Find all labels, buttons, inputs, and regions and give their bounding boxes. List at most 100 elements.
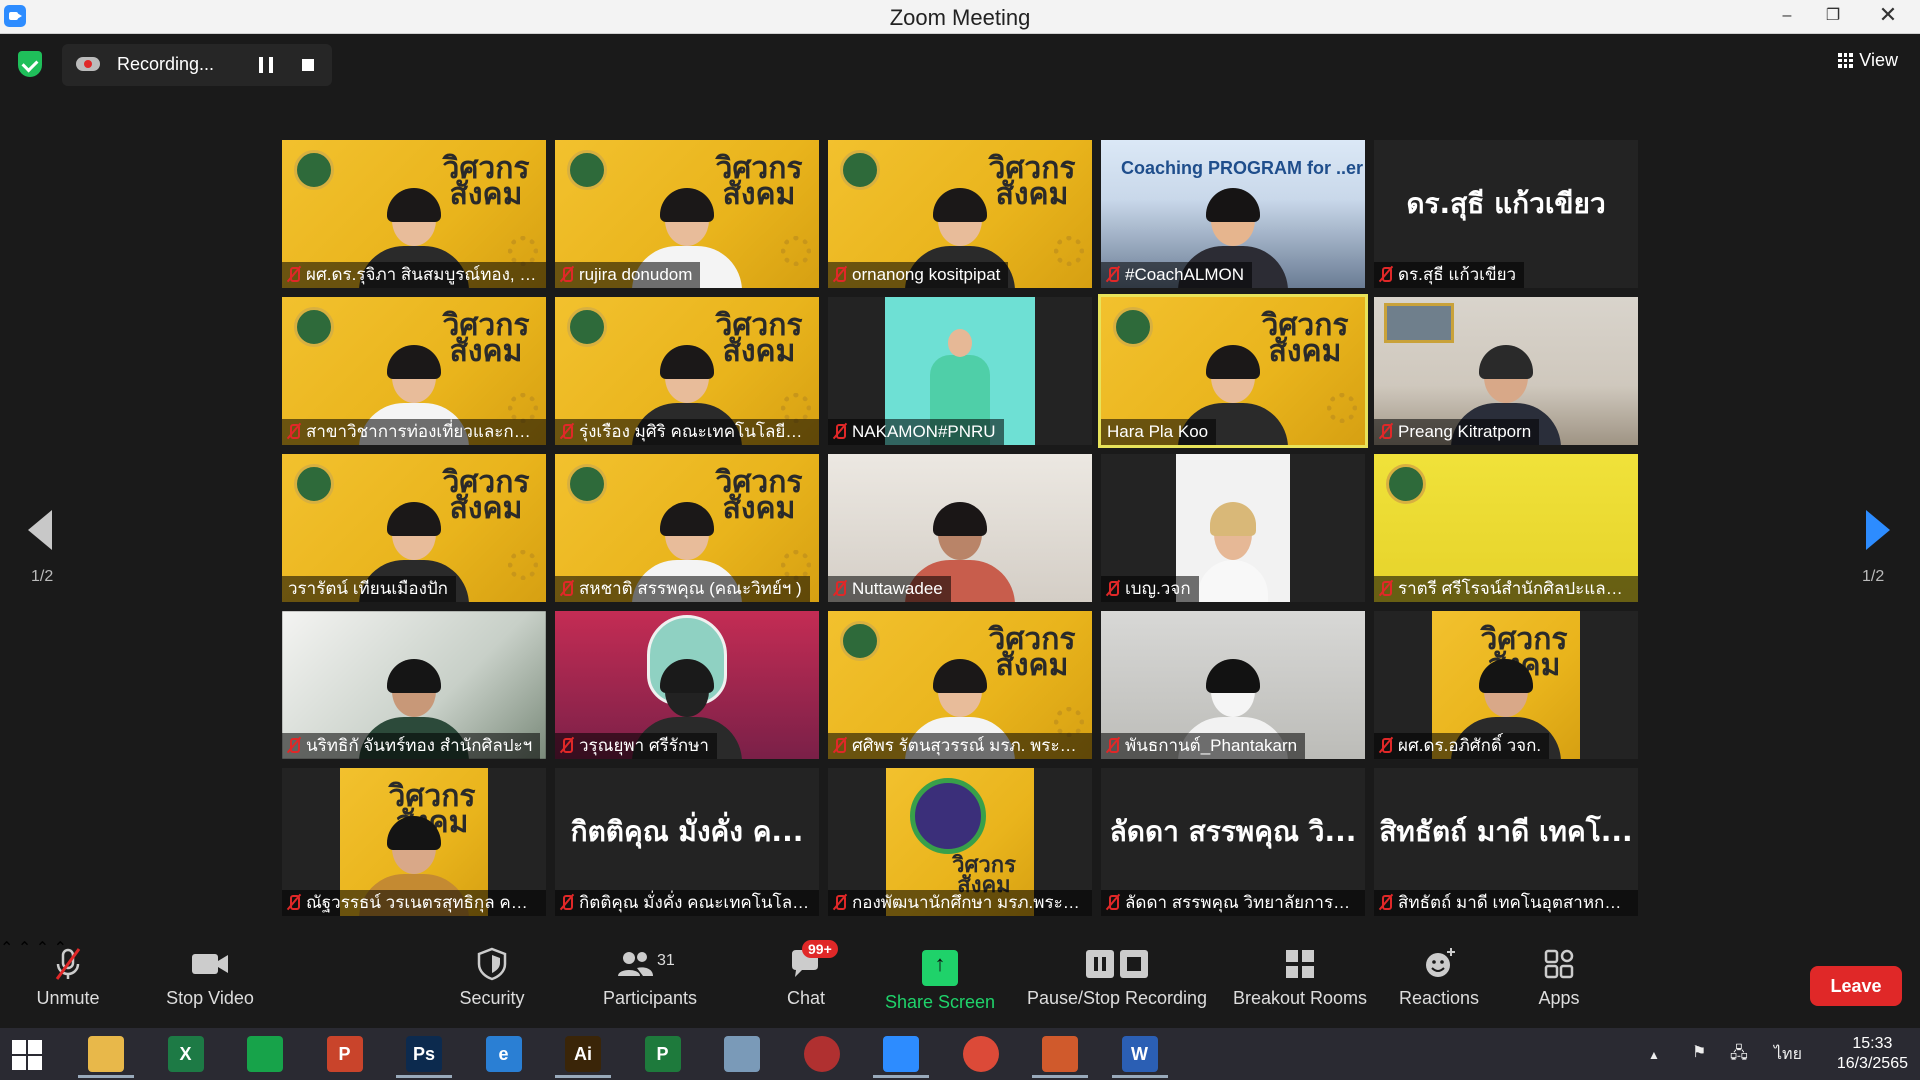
participant-video-tile[interactable]: วิศวกรสังคมณัฐวรรธน์ วรเนตรสุทธิกุล คณะเ… bbox=[282, 768, 546, 916]
pause-stop-recording-label: Pause/Stop Recording bbox=[1026, 988, 1208, 1008]
participant-video-tile[interactable]: Coaching PROGRAM for ..er #CoachALMON bbox=[1101, 140, 1365, 288]
taskbar-project-button[interactable]: P bbox=[629, 1032, 697, 1076]
minimize-button[interactable]: – bbox=[1764, 0, 1810, 34]
gear-decoration-icon bbox=[1054, 236, 1084, 266]
restore-button[interactable]: ❐ bbox=[1810, 0, 1856, 34]
taskbar-word-button[interactable]: W bbox=[1106, 1032, 1174, 1078]
participant-video-tile[interactable]: วรุณยุพา ศรีรักษา bbox=[555, 611, 819, 759]
participant-video-tile[interactable]: Preang Kitratporn bbox=[1374, 297, 1638, 445]
participant-video-tile[interactable]: พันธกานต์_Phantakarn bbox=[1101, 611, 1365, 759]
taskbar-publisher-store-button[interactable] bbox=[231, 1032, 299, 1076]
participant-video-tile[interactable]: วิศวกร สังคม ศศิพร รัตนสุวรรณ์ มรภ. พระนคร bbox=[828, 611, 1092, 759]
participant-name-label: ราตรี ศรีโรจน์สำนักศิลปะและวั... bbox=[1374, 576, 1638, 602]
input-language-indicator[interactable]: ไทย bbox=[1774, 1042, 1802, 1067]
chat-bubble-icon: 99+ bbox=[776, 940, 838, 982]
university-seal-icon bbox=[840, 621, 880, 661]
university-seal-icon bbox=[840, 150, 880, 190]
participant-name-label: กองพัฒนานักศึกษา มรภ.พระนคร bbox=[828, 890, 1092, 916]
view-button[interactable]: View bbox=[1838, 50, 1898, 71]
muted-mic-icon bbox=[288, 895, 300, 910]
close-button[interactable]: ✕ bbox=[1858, 0, 1918, 34]
reactions-button[interactable]: Reactions bbox=[1394, 946, 1484, 1009]
participant-video-tile[interactable]: NAKAMON#PNRU bbox=[828, 297, 1092, 445]
participant-name: ณัฐวรรธน์ วรเนตรสุทธิกุล คณะเ... bbox=[306, 893, 546, 912]
page-indicator-right: 1/2 bbox=[1862, 568, 1885, 585]
action-center-flag-icon[interactable]: ⚑ bbox=[1692, 1042, 1706, 1062]
participant-video-tile[interactable]: วิศวกร สังคม สหชาติ สรรพคุณ (คณะวิทย์ฯ ) bbox=[555, 454, 819, 602]
taskbar-photoshop-button[interactable]: Ps bbox=[390, 1032, 458, 1078]
participant-video-tile[interactable]: วิศวกร สังคม Hara Pla Koo bbox=[1098, 294, 1368, 448]
participant-video-tile[interactable]: วิศวกร สังคม สาขาวิชาการท่องเที่ยวและการโร… bbox=[282, 297, 546, 445]
participant-name-label: วรุณยุพา ศรีรักษา bbox=[555, 733, 717, 759]
participant-name-label: ผศ.ดร.รุจิภา สินสมบูรณ์ทอง, จจ... bbox=[282, 262, 546, 288]
leave-button[interactable]: Leave bbox=[1810, 966, 1902, 1006]
participant-name: วรารัตน์ เทียนเมืองปัก bbox=[288, 579, 448, 598]
participant-video-tile[interactable]: ราตรี ศรีโรจน์สำนักศิลปะและวั... bbox=[1374, 454, 1638, 602]
taskbar-photoscape-button[interactable] bbox=[788, 1032, 856, 1076]
previous-page-arrow-icon[interactable] bbox=[28, 510, 52, 550]
participant-name-label: NAKAMON#PNRU bbox=[828, 419, 1004, 445]
share-screen-button[interactable]: Share Screen bbox=[884, 946, 996, 1013]
stop-video-button[interactable]: Stop Video bbox=[160, 946, 260, 1009]
breakout-rooms-button[interactable]: Breakout Rooms bbox=[1232, 946, 1368, 1009]
muted-mic-icon bbox=[288, 424, 300, 439]
participant-video-tile[interactable]: วิศวกร สังคม รุ่งเรือง มุศิริ คณะเทคโนโลยี… bbox=[555, 297, 819, 445]
chat-label: Chat bbox=[786, 988, 826, 1008]
next-page-arrow-icon[interactable] bbox=[1866, 510, 1890, 550]
chat-button[interactable]: 99+ Chat bbox=[776, 940, 838, 1009]
pause-stop-recording-button[interactable]: Pause/Stop Recording bbox=[1024, 946, 1210, 1009]
taskbar-excel-button[interactable]: X bbox=[152, 1032, 220, 1076]
participants-button[interactable]: 31 Participants bbox=[600, 946, 700, 1009]
apps-icon bbox=[1524, 946, 1594, 982]
taskbar-powerpoint-button[interactable]: P bbox=[311, 1032, 379, 1076]
stop-recording-icon[interactable] bbox=[302, 59, 314, 71]
taskbar-illustrator-button[interactable]: Ai bbox=[549, 1032, 617, 1078]
university-seal-icon bbox=[567, 464, 607, 504]
muted-mic-icon bbox=[288, 738, 300, 753]
network-icon[interactable]: 🖧 bbox=[1730, 1042, 1748, 1069]
university-seal-icon bbox=[1386, 464, 1426, 504]
unmute-button[interactable]: Unmute bbox=[28, 946, 108, 1009]
muted-mic-icon bbox=[834, 424, 846, 439]
security-button[interactable]: Security bbox=[452, 946, 532, 1009]
participant-name: Hara Pla Koo bbox=[1107, 422, 1209, 441]
participant-video-tile[interactable]: นริทธิกั จันทร์ทอง สำนักศิลปะฯ bbox=[282, 611, 546, 759]
participant-video-tile[interactable]: วิศวกรสังคมผศ.ดร.อภิศักดิ์ วจก. bbox=[1374, 611, 1638, 759]
show-hidden-icons-arrow[interactable]: ▲ bbox=[1648, 1048, 1660, 1062]
page-indicator-left: 1/2 bbox=[31, 568, 54, 585]
pause-recording-icon[interactable] bbox=[259, 57, 273, 73]
participant-video-tile[interactable]: สิทธัตถ์ มาดี เทคโ... สิทธัตถ์ มาดี เทคโน… bbox=[1374, 768, 1638, 916]
participant-video-tile[interactable]: ดร.สุธี แก้วเขียว ดร.สุธี แก้วเขียว bbox=[1374, 140, 1638, 288]
audio-options-chevron-icon[interactable]: ⌃ bbox=[0, 940, 13, 957]
participant-name-label: Nuttawadee bbox=[828, 576, 951, 602]
muted-mic-icon bbox=[834, 581, 846, 596]
pause-stop-recording-icon bbox=[1024, 946, 1210, 982]
taskbar-internet-explorer-button[interactable]: e bbox=[470, 1032, 538, 1076]
muted-mic-icon bbox=[1380, 424, 1392, 439]
muted-mic-icon bbox=[288, 267, 300, 282]
participant-name-label: Hara Pla Koo bbox=[1101, 419, 1217, 445]
participant-video-tile[interactable]: วิศวกร สังคม กองพัฒนานักศึกษา มรภ.พระนคร bbox=[828, 768, 1092, 916]
security-shield-icon[interactable] bbox=[18, 51, 42, 77]
apps-button[interactable]: Apps bbox=[1524, 946, 1594, 1009]
system-clock[interactable]: 15:33 16/3/2565 bbox=[1837, 1034, 1908, 1074]
participant-video-tile[interactable]: วิศวกร สังคม ผศ.ดร.รุจิภา สินสมบูรณ์ทอง, จ… bbox=[282, 140, 546, 288]
apps-label: Apps bbox=[1538, 988, 1580, 1008]
participant-video-tile[interactable]: กิตติคุณ มั่งคั่ง ค... กิตติคุณ มั่งคั่ง … bbox=[555, 768, 819, 916]
participant-video-tile[interactable]: Nuttawadee bbox=[828, 454, 1092, 602]
muted-microphone-icon bbox=[28, 946, 108, 982]
participant-name-label: ornanong kositpipat bbox=[828, 262, 1009, 288]
windows-start-icon[interactable] bbox=[12, 1040, 42, 1070]
participant-video-tile[interactable]: วิศวกร สังคม rujira donudom bbox=[555, 140, 819, 288]
taskbar-file-explorer-button[interactable] bbox=[72, 1032, 140, 1078]
participant-name: เบญ.วจก bbox=[1125, 579, 1191, 598]
taskbar-notes-button[interactable] bbox=[708, 1032, 776, 1076]
participant-video-tile[interactable]: วิศวกร สังคม ornanong kositpipat bbox=[828, 140, 1092, 288]
participant-video-tile[interactable]: วิศวกร สังคม วรารัตน์ เทียนเมืองปัก bbox=[282, 454, 546, 602]
participant-video-tile[interactable]: เบญ.วจก bbox=[1101, 454, 1365, 602]
taskbar-chrome-button[interactable] bbox=[947, 1032, 1015, 1076]
participant-video-tile[interactable]: ลัดดา สรรพคุณ วิ... ลัดดา สรรพคุณ วิทยาลั… bbox=[1101, 768, 1365, 916]
muted-mic-icon bbox=[1107, 581, 1119, 596]
taskbar-zoom-button[interactable] bbox=[867, 1032, 935, 1078]
taskbar-powerpoint-show-button[interactable] bbox=[1026, 1032, 1094, 1078]
